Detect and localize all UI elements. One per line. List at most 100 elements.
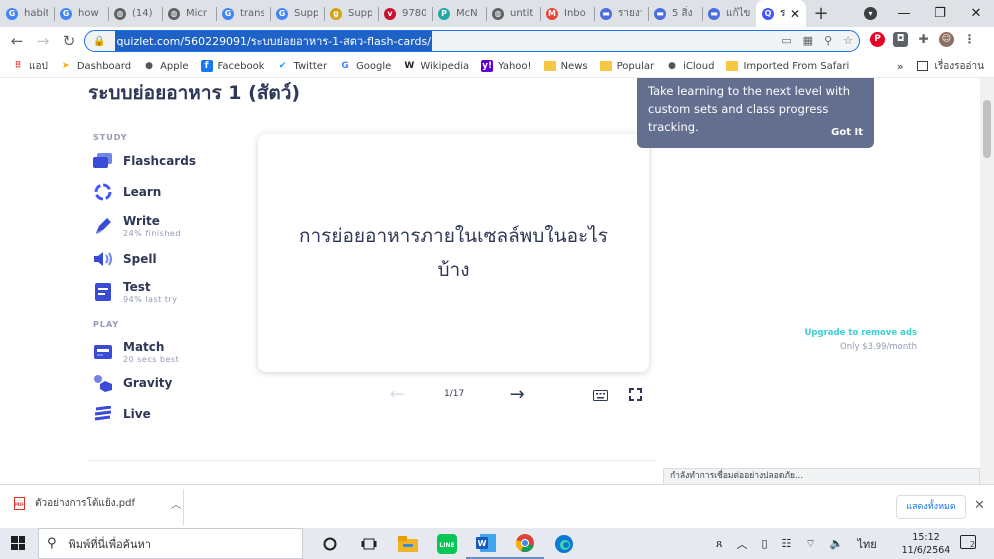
avatar[interactable]: ☺ — [939, 32, 954, 47]
new-tab-button[interactable]: + — [806, 0, 836, 27]
show-all-downloads-button[interactable]: แสดงทั้งหมด — [896, 495, 966, 519]
browser-tab[interactable]: ◍ Micr — [162, 0, 216, 27]
reading-list-icon[interactable] — [917, 61, 929, 71]
file-explorer-icon[interactable] — [388, 528, 427, 559]
cortana-icon[interactable] — [310, 528, 349, 559]
tab-search-icon[interactable]: ▾ — [864, 7, 877, 20]
bookmarks-overflow-icon[interactable]: » — [897, 60, 904, 73]
restore-button[interactable]: ❐ — [922, 6, 958, 21]
browser-tab[interactable]: G Supp — [270, 0, 324, 27]
mode-learn[interactable]: Learn — [93, 183, 161, 201]
navigation-toolbar: ← → ↻ 🔒 quizlet.com/560229091/ระบบย่อยอา… — [0, 27, 994, 55]
browser-tab[interactable]: Ghow — [54, 0, 108, 27]
browser-tab[interactable]: Gtrans — [216, 0, 270, 27]
next-card-button[interactable]: → — [506, 384, 528, 405]
mode-write[interactable]: Write 24% finished — [93, 214, 181, 238]
scrollbar-thumb[interactable] — [983, 100, 991, 158]
browser-tab[interactable]: ◍ (14) ( — [108, 0, 162, 27]
bookmark-item[interactable]: W Wikipedia — [403, 60, 469, 72]
browser-tab[interactable]: M Inbo — [540, 0, 594, 27]
browser-tab[interactable]: g Supp — [324, 0, 378, 27]
zoom-icon[interactable]: ⚲ — [824, 34, 832, 47]
bookmark-star-icon[interactable]: ☆ — [843, 34, 853, 47]
browser-tab[interactable]: Q ระ ✕ — [756, 0, 806, 27]
language-indicator[interactable]: ไทย — [857, 535, 876, 553]
upgrade-link[interactable]: Upgrade to remove ads — [778, 328, 917, 338]
mode-flashcards[interactable]: Flashcards — [93, 152, 196, 170]
task-view-icon[interactable] — [349, 528, 388, 559]
browser-tab[interactable]: ▬ รายงา — [594, 0, 648, 27]
extension-icon[interactable]: ◘ — [893, 32, 908, 47]
bookmark-item[interactable]: ✔ Twitter — [277, 60, 327, 72]
bookmark-item[interactable]: y! Yahoo! — [481, 60, 532, 72]
puzzle-icon[interactable]: ✚ — [916, 32, 931, 47]
word-app-icon[interactable]: W — [466, 528, 505, 559]
page-scrollbar[interactable] — [980, 78, 994, 484]
mode-label: Gravity — [123, 376, 173, 390]
close-download-shelf-icon[interactable]: ✕ — [974, 498, 985, 513]
chevron-up-icon[interactable]: ︿ — [171, 496, 181, 511]
cast-icon[interactable]: ▭ — [781, 34, 791, 47]
mode-match[interactable]: Match 20 secs best — [93, 340, 179, 364]
bookmark-item[interactable]: G Google — [339, 60, 391, 72]
mode-label: Learn — [123, 185, 162, 199]
qr-code-icon[interactable]: ▦ — [803, 34, 813, 47]
bookmark-item[interactable]: News — [543, 61, 588, 72]
taskbar-search[interactable]: ⚲ พิมพ์ที่นี่เพื่อค้นหา — [38, 528, 303, 559]
download-item[interactable]: PDF ตัวอย่างการโต้แย้ง.pdf ︿ — [14, 496, 181, 511]
svg-text:LINE: LINE — [439, 542, 454, 549]
url-text[interactable]: quizlet.com/560229091/ระบบย่อยอาหาร-1-สต… — [115, 31, 432, 51]
bookmark-item[interactable]: ● iCloud — [666, 60, 714, 72]
mode-test[interactable]: Test 94% last try — [93, 280, 177, 304]
fullscreen-icon[interactable] — [629, 386, 642, 405]
people-icon[interactable]: ጸ — [716, 537, 722, 551]
mode-sub: 20 secs best — [123, 355, 180, 364]
apple-icon: ● — [668, 61, 677, 71]
download-filename: ตัวอย่างการโต้แย้ง.pdf — [35, 498, 135, 509]
browser-tab[interactable]: ◍ untit — [486, 0, 540, 27]
bookmark-item[interactable]: Popular — [599, 61, 654, 72]
taskbar-clock[interactable]: 15:12 11/6/2564 — [900, 531, 952, 557]
lock-icon[interactable]: 🔒 — [93, 36, 105, 47]
mode-gravity[interactable]: Gravity — [93, 374, 172, 392]
bookmark-item[interactable]: ● Apple — [143, 60, 188, 72]
content-divider — [88, 460, 656, 461]
notification-center-icon[interactable]: 2 — [960, 535, 976, 549]
mode-live[interactable]: Live — [93, 405, 151, 423]
chevron-up-icon[interactable]: ︿ — [736, 536, 747, 552]
forward-button[interactable]: → — [30, 32, 56, 50]
battery-icon[interactable]: ▯ — [761, 537, 767, 550]
back-button[interactable]: ← — [4, 32, 30, 50]
network-icon[interactable]: ☷ — [782, 537, 792, 550]
tab-title: trans — [240, 8, 264, 19]
chrome-icon[interactable] — [505, 528, 544, 559]
close-window-button[interactable]: ✕ — [958, 6, 994, 21]
address-bar[interactable]: 🔒 quizlet.com/560229091/ระบบย่อยอาหาร-1-… — [84, 30, 860, 52]
bookmark-item[interactable]: ➤ Dashboard — [60, 60, 131, 72]
browser-tab[interactable]: P McN — [432, 0, 486, 27]
line-app-icon[interactable]: LINE — [427, 528, 466, 559]
browser-tab[interactable]: Ghabit — [0, 0, 54, 27]
keyboard-shortcuts-icon[interactable] — [593, 386, 608, 405]
bookmark-item[interactable]: f Facebook — [200, 60, 265, 72]
bookmark-item[interactable]: ⠿ แอป — [12, 59, 47, 74]
browser-tab[interactable]: ▬ แก้ไข — [702, 0, 756, 27]
reading-list-label[interactable]: เรื่องรออ่าน — [934, 59, 984, 74]
minimize-button[interactable]: — — [886, 6, 922, 21]
browser-tab[interactable]: ▬ 5 สิ่ง — [648, 0, 702, 27]
flashcard[interactable]: การย่อยอาหารภายในเซลล์พบในอะไรบ้าง — [258, 134, 649, 372]
volume-icon[interactable]: 🔈 — [830, 537, 844, 550]
browser-tab[interactable]: v 9780 — [378, 0, 432, 27]
twitter-icon: ✔ — [278, 61, 287, 71]
wifi-icon[interactable]: ⌔ — [805, 537, 815, 551]
pinterest-icon[interactable]: P — [870, 32, 885, 47]
got-it-button[interactable]: Got It — [831, 127, 863, 138]
bookmark-item[interactable]: Imported From Safari — [726, 61, 849, 72]
reload-button[interactable]: ↻ — [56, 32, 82, 50]
previous-card-button[interactable]: ← — [386, 384, 408, 405]
close-tab-icon[interactable]: ✕ — [790, 7, 800, 21]
mode-spell[interactable]: Spell — [93, 250, 157, 268]
edge-icon[interactable] — [544, 528, 583, 559]
windows-start-icon[interactable] — [11, 536, 25, 550]
menu-dots-icon[interactable]: ⋮ — [962, 32, 977, 47]
